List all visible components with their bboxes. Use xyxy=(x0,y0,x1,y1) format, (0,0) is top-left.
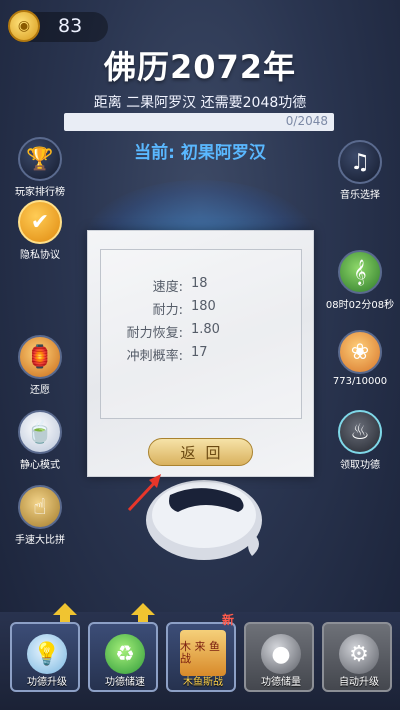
auto-upgrade-tile[interactable]: ⚙ 自动升级 xyxy=(322,622,392,692)
fulfill-vow-button[interactable]: 🏮 还愿 xyxy=(1,335,79,396)
trophy-icon: 🏆 xyxy=(18,137,62,181)
coin-icon: ◉ xyxy=(8,10,40,42)
gear-icon: ⚙ xyxy=(339,634,379,674)
incense-burner-icon: ♨ xyxy=(338,410,382,454)
stat-key: 冲刺概率: xyxy=(126,349,183,364)
light-bulb-icon: 💡 xyxy=(27,634,67,674)
stat-row: 耐力: 180 xyxy=(101,299,301,319)
tea-cup-icon: 🍵 xyxy=(18,410,62,454)
merit-capacity-tile[interactable]: ● 功德储量 xyxy=(244,622,314,692)
stat-key: 耐力: xyxy=(152,303,183,318)
stat-key: 速度: xyxy=(152,280,183,295)
distance-text: 距离 二果阿罗汉 还需要2048功德 xyxy=(93,95,307,111)
music-note-icon: ♫ xyxy=(338,140,382,184)
stat-value: 18 xyxy=(191,276,208,291)
merit-progress-label: 0/2048 xyxy=(285,114,328,128)
stat-row: 冲刺概率: 17 xyxy=(101,345,301,365)
lantern-icon: 🏮 xyxy=(18,335,62,379)
wooden-fish-battle-tile[interactable]: 木 来 鱼 战 木鱼斯战 xyxy=(166,622,236,692)
merit-progress-bar: 0/2048 xyxy=(64,113,334,131)
stat-value: 17 xyxy=(191,345,208,360)
meditation-mode-button[interactable]: 🍵 静心模式 xyxy=(1,410,79,471)
stat-row: 速度: 18 xyxy=(101,276,301,296)
stats-dialog: 速度: 18 耐力: 180 耐力恢复: 1.80 冲刺概率: 17 返回 xyxy=(87,230,314,477)
pointer-arrow-icon xyxy=(127,474,161,512)
claim-merit-button[interactable]: ♨ 领取功德 xyxy=(321,410,399,471)
privacy-button[interactable]: ✔ 隐私协议 xyxy=(1,200,79,261)
stat-value: 1.80 xyxy=(191,322,220,337)
tile-art-text: 木 来 鱼 战 xyxy=(180,640,220,665)
flute-timer-button[interactable]: 𝄞 08时02分08秒 xyxy=(321,250,399,311)
flute-icon: 𝄞 xyxy=(338,250,382,294)
tap-hand-icon: ☝ xyxy=(18,485,62,529)
recycle-icon: ♻ xyxy=(105,634,145,674)
music-select-button[interactable]: ♫ 音乐选择 xyxy=(321,140,399,201)
coin-count: 83 xyxy=(58,15,83,37)
new-badge: 新 xyxy=(222,613,235,627)
stat-value: 180 xyxy=(191,299,216,314)
lotus-lamp-icon: ❀ xyxy=(338,330,382,374)
sphere-icon: ● xyxy=(261,634,301,674)
back-button[interactable]: 返回 xyxy=(148,438,253,466)
page-title: 佛历2072年 xyxy=(103,48,297,86)
lotus-lamp-button[interactable]: ❀ 773/10000 xyxy=(321,330,399,387)
stats-panel: 速度: 18 耐力: 180 耐力恢复: 1.80 冲刺概率: 17 xyxy=(100,249,302,419)
stat-row: 耐力恢复: 1.80 xyxy=(101,322,301,342)
shield-icon: ✔ xyxy=(18,200,62,244)
speed-contest-button[interactable]: ☝ 手速大比拼 xyxy=(1,485,79,546)
merit-upgrade-tile[interactable]: 💡 功德升级 xyxy=(10,622,80,692)
merit-speed-tile[interactable]: ♻ 功德储速 xyxy=(88,622,158,692)
stat-key: 耐力恢复: xyxy=(126,326,183,341)
monk-battle-icon: 木 来 鱼 战 xyxy=(180,630,226,676)
leaderboard-button[interactable]: 🏆 玩家排行榜 xyxy=(1,137,79,198)
